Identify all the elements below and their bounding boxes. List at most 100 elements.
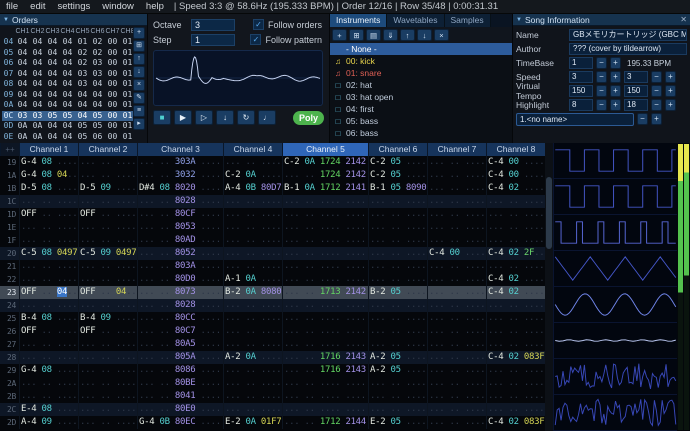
order-cell[interactable]: 04 <box>15 48 30 59</box>
pattern-cell[interactable]: ... .. .... .... <box>282 312 368 325</box>
pattern-cell[interactable]: ... .. 805A .... <box>137 351 223 364</box>
pattern-cell[interactable]: ... .. 1713 2142 <box>282 286 368 299</box>
order-cell[interactable]: 04 <box>75 100 90 111</box>
pattern-cell[interactable]: ... .. .... <box>223 260 282 273</box>
pattern-cell[interactable]: ... .. .... <box>427 377 486 390</box>
order-cell[interactable]: 04 <box>15 58 30 69</box>
order-cell[interactable]: 02 <box>90 37 105 48</box>
follow-orders-checkbox[interactable]: ✓ <box>253 19 264 30</box>
order-cell[interactable]: 04 <box>60 37 75 48</box>
pattern-cell[interactable]: ... .. .... <box>486 390 545 403</box>
pattern-cell[interactable]: G-4 08 .... <box>19 156 78 169</box>
order-cell[interactable]: 04 <box>90 90 105 101</box>
pattern-cell[interactable]: ... .. .... <box>427 351 486 364</box>
pattern-cell[interactable]: ... .. 80E0 .... <box>137 403 223 416</box>
move-order-up-button[interactable]: ↑ <box>133 53 145 65</box>
follow-pattern-checkbox[interactable]: ✓ <box>250 34 261 45</box>
channel-header[interactable]: Channel 1 <box>19 143 78 156</box>
pattern-cell[interactable]: B-1 05 8090 <box>368 182 427 195</box>
pattern-cell[interactable]: ... .. .... <box>486 364 545 377</box>
pattern-cell[interactable]: ... .. .... <box>19 390 78 403</box>
pattern-cell[interactable]: ... .. 8041 .... <box>137 390 223 403</box>
channel-header[interactable]: Channel 6 <box>368 143 427 156</box>
order-row[interactable]: 040404040401020001 <box>2 37 133 48</box>
virtual-tempo-input-2[interactable]: 150 <box>624 85 648 97</box>
play-pattern-button[interactable]: ▷ <box>195 110 213 125</box>
pattern-cell[interactable]: ... .. .... <box>368 299 427 312</box>
order-cell[interactable]: 04 <box>60 100 75 111</box>
timebase-increment-1[interactable]: + <box>610 57 621 69</box>
pattern-cell[interactable]: ... .. .... <box>19 351 78 364</box>
scrollbar-thumb[interactable] <box>546 177 552 249</box>
order-cell[interactable]: 00 <box>105 37 120 48</box>
order-cell[interactable]: 01 <box>120 58 133 69</box>
pattern-cell[interactable]: ... .. .... <box>486 325 545 338</box>
channel-header[interactable]: Channel 5 <box>282 143 368 156</box>
pattern-cell[interactable]: ... .. 8073 .... <box>137 286 223 299</box>
channel-scope[interactable] <box>553 179 677 215</box>
pattern-cell[interactable]: ... .. .... <box>78 338 137 351</box>
pattern-cell[interactable]: ... .. 3032 .... <box>137 169 223 182</box>
highlight-increment-2[interactable]: + <box>665 99 676 111</box>
pattern-cell[interactable]: ... .. .... <box>427 195 486 208</box>
pattern-cell[interactable]: OFF .. .... <box>19 208 78 221</box>
order-cell[interactable]: 04 <box>60 79 75 90</box>
pattern-cell[interactable]: ... .. .... <box>223 364 282 377</box>
pattern-cell[interactable]: ... .. .... <box>223 234 282 247</box>
order-cell[interactable]: 04 <box>60 48 75 59</box>
order-cell[interactable]: 00 <box>105 121 120 132</box>
pattern-cell[interactable]: ... .. .... .... <box>282 403 368 416</box>
pattern-cell[interactable]: ... .. .... <box>368 260 427 273</box>
virtual-tempo-decrement-2[interactable]: − <box>651 85 662 97</box>
pattern-cell[interactable]: ... .. 80C7 .... <box>137 325 223 338</box>
order-cell[interactable]: 04 <box>45 37 60 48</box>
pattern-cell[interactable]: G-4 08 .... <box>19 364 78 377</box>
pattern-cell[interactable]: ... .. .... <box>19 221 78 234</box>
channel-header[interactable]: Channel 8 <box>486 143 545 156</box>
pattern-cell[interactable]: ... .. .... <box>223 377 282 390</box>
speed-decrement-1[interactable]: − <box>596 71 607 83</box>
order-row[interactable]: 0C0303050504050001 <box>2 111 133 122</box>
close-icon[interactable]: ✕ <box>680 15 687 24</box>
speed-decrement-2[interactable]: − <box>651 71 662 83</box>
pattern-cell[interactable]: ... .. .... .... <box>282 390 368 403</box>
order-cell[interactable]: 01 <box>75 37 90 48</box>
pattern-cell[interactable]: ... .. .... <box>486 377 545 390</box>
pattern-cell[interactable]: ... .. .... <box>427 260 486 273</box>
order-cell[interactable]: 03 <box>75 69 90 80</box>
order-cell[interactable]: 04 <box>30 37 45 48</box>
pattern-cell[interactable]: D-5 08 .... <box>19 182 78 195</box>
order-cell[interactable]: 03 <box>90 69 105 80</box>
pattern-cell[interactable]: ... .. .... <box>427 156 486 169</box>
order-cell[interactable]: 05 <box>45 111 60 122</box>
menu-item-help[interactable]: help <box>140 0 170 14</box>
pattern-cell[interactable]: ... .. .... .... <box>282 234 368 247</box>
order-cell[interactable]: 02 <box>90 48 105 59</box>
channel-scope[interactable] <box>553 323 677 359</box>
pattern-cell[interactable]: ... .. .... <box>78 377 137 390</box>
pattern-cell[interactable]: ... .. .... <box>368 273 427 286</box>
tab-samples[interactable]: Samples <box>445 14 491 27</box>
order-cell[interactable]: 00 <box>105 48 120 59</box>
pattern-cell[interactable]: ... .. .... <box>486 403 545 416</box>
pattern-cell[interactable]: C-2 0A 1724 2142 <box>282 156 368 169</box>
pattern-cell[interactable]: ... .. 8053 .... <box>137 221 223 234</box>
pattern-cell[interactable]: C-5 08 0497 <box>19 247 78 260</box>
order-cell[interactable]: 04 <box>15 69 30 80</box>
order-row[interactable]: 070404040403030001 <box>2 69 133 80</box>
order-row[interactable]: 090404040404040001 <box>2 90 133 101</box>
pattern-cell[interactable]: B-1 0A 1712 2141 <box>282 182 368 195</box>
pattern-cell[interactable]: ... .. .... <box>486 338 545 351</box>
subsong-select[interactable]: 1.<no name> <box>516 113 634 126</box>
speed-input-2[interactable]: 3 <box>624 71 648 83</box>
order-cell[interactable]: 04 <box>90 100 105 111</box>
pattern-cell[interactable]: ... .. .... <box>427 403 486 416</box>
pattern-cell[interactable]: ... .. .... <box>427 312 486 325</box>
pattern-cell[interactable]: ... .. .... <box>368 325 427 338</box>
pattern-cell[interactable]: ... .. .... <box>427 273 486 286</box>
pattern-cell[interactable]: OFF .. .... <box>78 325 137 338</box>
order-cell[interactable]: 04 <box>60 58 75 69</box>
pattern-cell[interactable]: OFF .. 04.. <box>19 286 78 299</box>
open-instrument-button[interactable]: ▤ <box>366 29 381 41</box>
repeat-button[interactable]: ↻ <box>237 110 255 125</box>
